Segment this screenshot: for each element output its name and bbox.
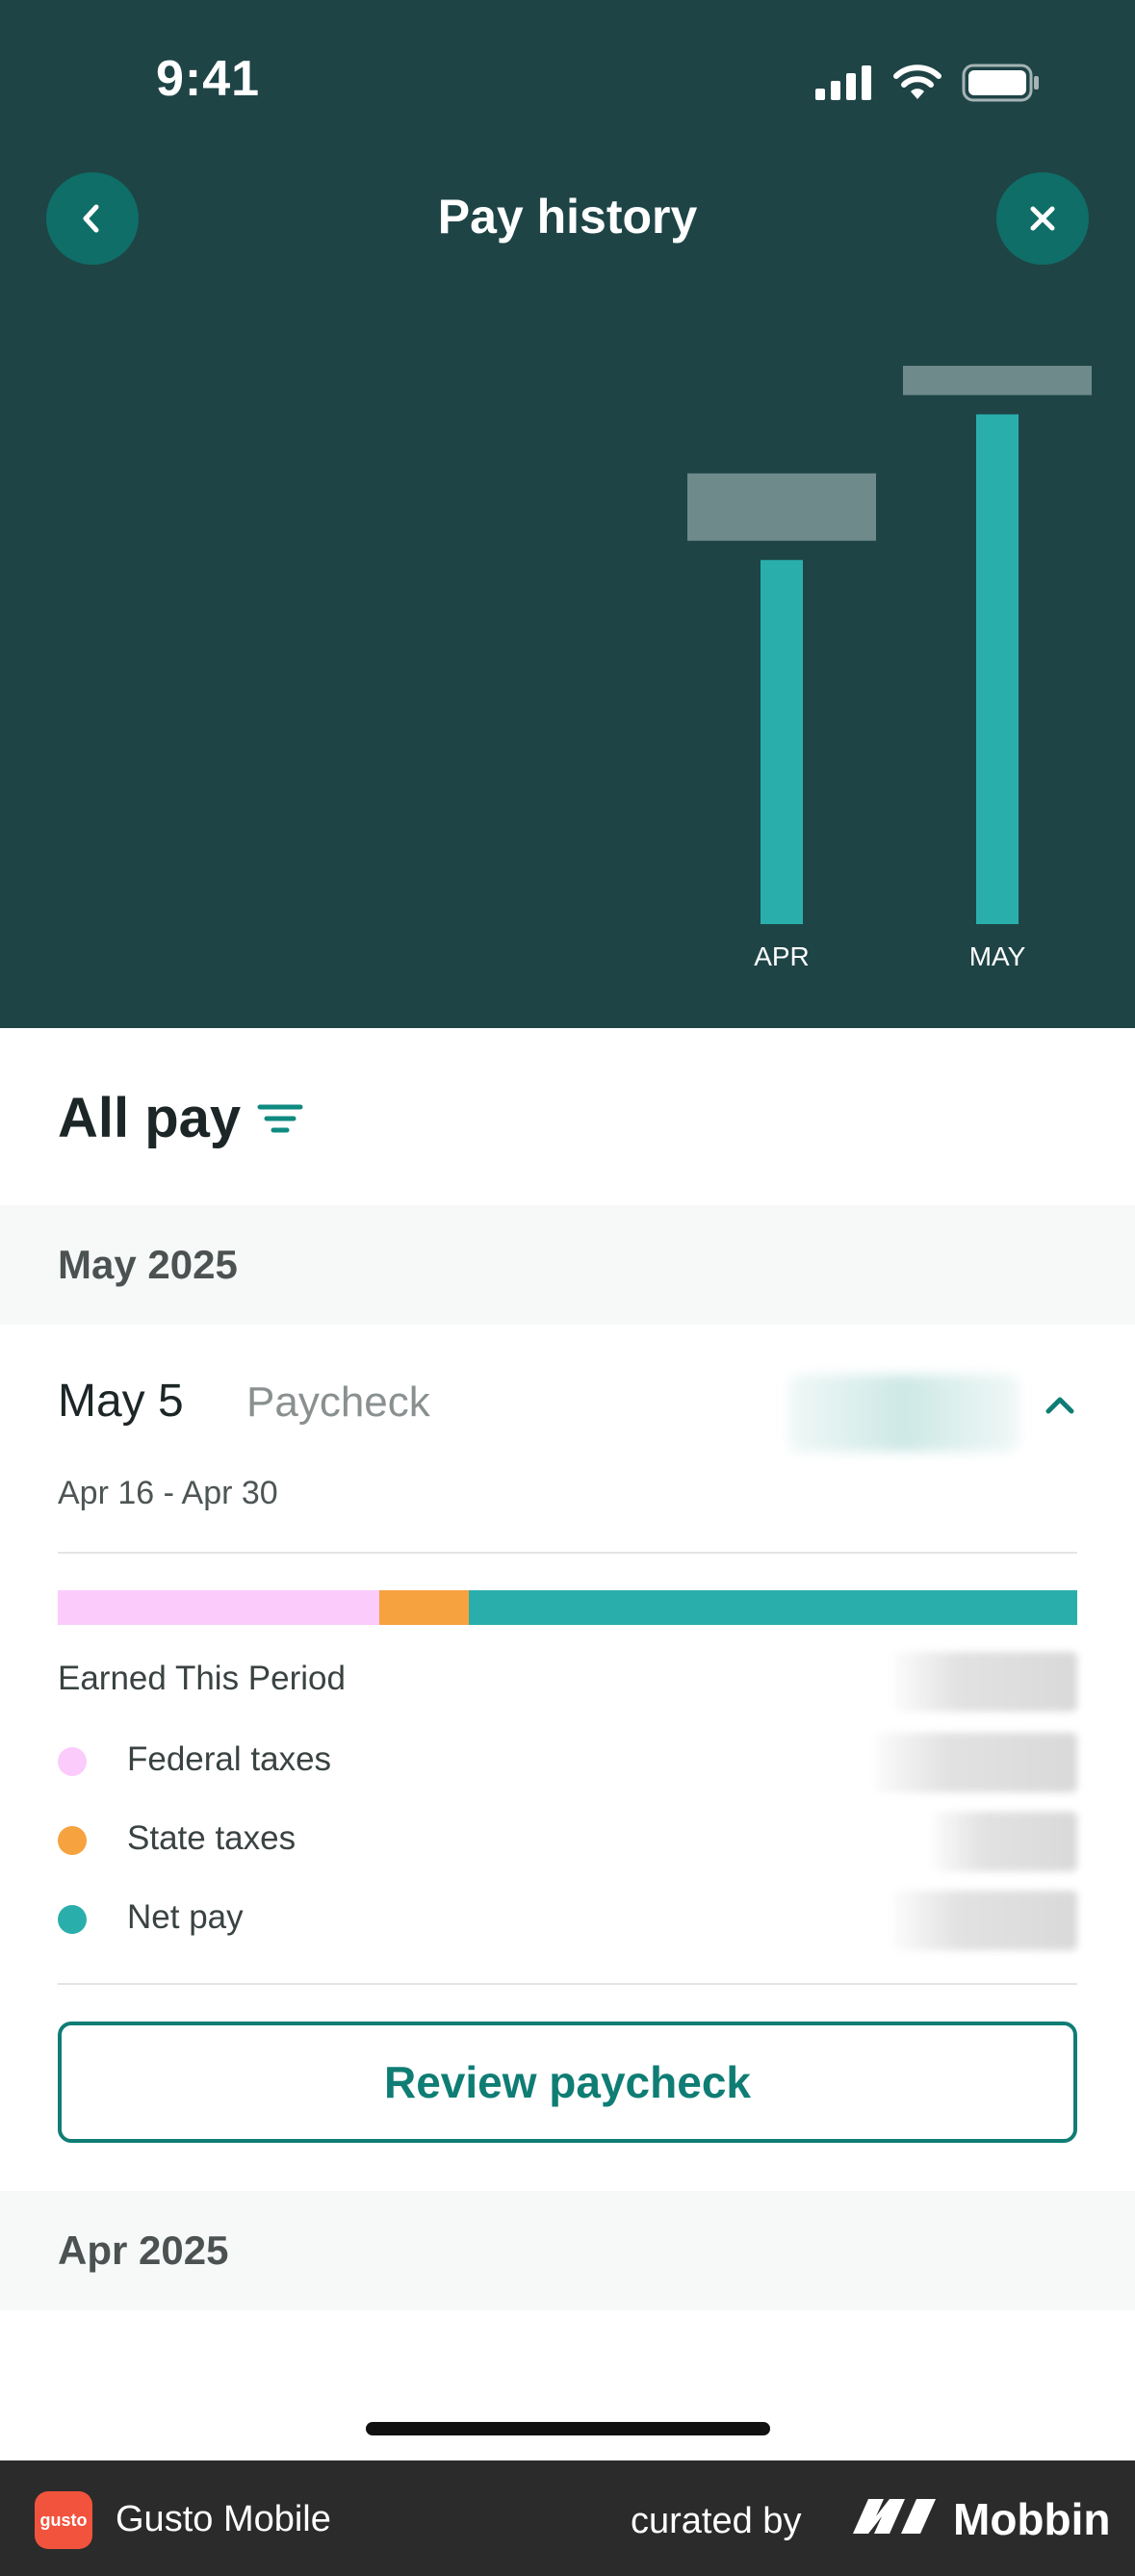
filter-title: All pay <box>58 1087 242 1149</box>
curated-by-label: curated by <box>631 2501 802 2541</box>
paycheck-row[interactable]: May 5 Paycheck <box>58 1375 1077 1452</box>
section-label: Apr 2025 <box>58 2228 229 2273</box>
mobbin-logo-icon <box>853 2499 936 2534</box>
bar-apr[interactable] <box>761 559 803 924</box>
status-icons <box>815 64 1041 102</box>
pay-breakdown-bar <box>58 1590 1077 1625</box>
bar-value-label-redacted <box>903 366 1092 396</box>
app-name: Gusto Mobile <box>116 2499 331 2539</box>
earned-row: Earned This Period <box>58 1652 1077 1712</box>
status-time: 9:41 <box>156 51 261 107</box>
close-icon <box>1030 206 1055 231</box>
divider <box>58 1552 1077 1554</box>
state-taxes-row: State taxes <box>58 1812 1077 1871</box>
state-taxes-label: State taxes <box>127 1819 297 1857</box>
net-segment <box>468 1590 1077 1625</box>
earned-label: Earned This Period <box>58 1660 346 1697</box>
divider <box>58 1983 1077 1985</box>
filter-row[interactable]: All pay <box>58 1086 304 1150</box>
net-pay-row: Net pay <box>58 1891 1077 1950</box>
net-pay-dot <box>58 1905 87 1934</box>
pay-period-range: Apr 16 - Apr 30 <box>58 1475 278 1511</box>
federal-taxes-amount-redacted <box>875 1733 1077 1792</box>
x-tick-label: APR <box>754 941 810 971</box>
federal-segment <box>58 1590 379 1625</box>
wifi-icon <box>893 64 942 99</box>
pay-type: Paycheck <box>246 1378 430 1426</box>
chevron-up-icon[interactable] <box>1043 1388 1077 1423</box>
battery-icon <box>962 64 1039 102</box>
state-taxes-dot <box>58 1826 87 1855</box>
net-pay-amount-redacted <box>894 1891 1077 1950</box>
state-taxes-amount-redacted <box>933 1812 1077 1871</box>
review-paycheck-button[interactable]: Review paycheck <box>58 2022 1077 2143</box>
pay-amount-redacted <box>788 1375 1019 1452</box>
header: 9:41 Pay history APR MAY <box>0 0 1135 1028</box>
federal-taxes-row: Federal taxes <box>58 1733 1077 1792</box>
section-header-apr: Apr 2025 <box>0 2191 1135 2310</box>
close-button[interactable] <box>996 172 1089 265</box>
page-title: Pay history <box>437 190 698 244</box>
state-segment <box>378 1590 469 1625</box>
pay-history-chart: APR MAY <box>687 366 1092 971</box>
net-pay-label: Net pay <box>127 1898 244 1936</box>
gusto-logo: gusto <box>35 2491 92 2549</box>
pay-date: May 5 <box>58 1376 184 1427</box>
filter-icon[interactable] <box>256 1101 304 1136</box>
bar-may[interactable] <box>976 414 1019 924</box>
x-tick-label: MAY <box>969 941 1026 971</box>
earned-amount-redacted <box>894 1652 1077 1712</box>
federal-taxes-dot <box>58 1747 87 1776</box>
signal-icon <box>815 65 871 100</box>
home-indicator <box>366 2422 770 2435</box>
bar-value-label-redacted <box>687 473 876 541</box>
section-header-may: May 2025 <box>0 1205 1135 1325</box>
section-label: May 2025 <box>58 1242 238 1287</box>
mobbin-wordmark: Mobbin <box>953 2494 1111 2544</box>
federal-taxes-label: Federal taxes <box>127 1740 332 1778</box>
